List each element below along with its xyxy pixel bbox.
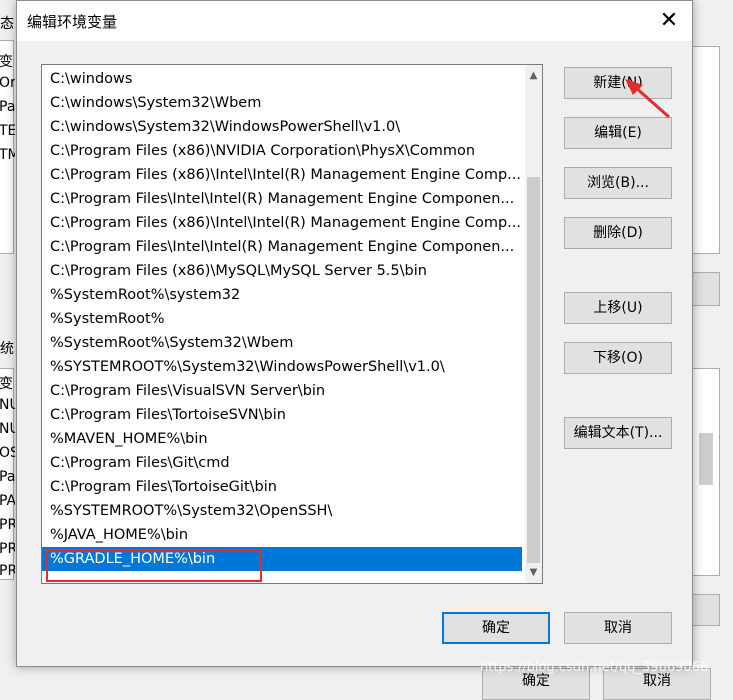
scroll-up-icon[interactable]: ▲ <box>525 67 542 84</box>
path-list-item[interactable]: C:\Program Files\Git\cmd <box>42 451 522 475</box>
edit-button[interactable]: 编辑(E) <box>564 117 672 149</box>
bg-right-button-1 <box>692 272 720 306</box>
bg-text-16: PR <box>0 563 15 579</box>
path-list-item[interactable]: C:\windows\System32\Wbem <box>42 91 522 115</box>
dialog-title: 编辑环境变量 <box>27 13 118 31</box>
path-list-item[interactable]: %SYSTEMROOT%\System32\WindowsPowerShell\… <box>42 355 522 379</box>
bg-text-12: Pa <box>0 469 15 485</box>
path-list-item[interactable]: C:\Program Files (x86)\Intel\Intel(R) Ma… <box>42 163 522 187</box>
path-list-item[interactable]: C:\Program Files\Intel\Intel(R) Manageme… <box>42 187 522 211</box>
list-scrollbar[interactable]: ▲ ▼ <box>525 65 542 583</box>
bg-text-5: TE <box>0 123 15 139</box>
move-down-button[interactable]: 下移(O) <box>564 342 672 374</box>
bg-variables-list-bottom: 变 NU NU OS Pa PA PR PR PR <box>0 368 15 580</box>
bg-variables-list-top: 变 Or Pa TE TM <box>0 40 15 254</box>
bg-right-list-top <box>692 46 720 254</box>
annotation-arrow-icon <box>625 79 670 119</box>
path-list-item[interactable]: C:\Program Files (x86)\Intel\Intel(R) Ma… <box>42 211 522 235</box>
path-list-item[interactable]: %SystemRoot%\System32\Wbem <box>42 331 522 355</box>
bg-text-6: TM <box>0 147 15 163</box>
scroll-down-icon[interactable]: ▼ <box>525 564 542 581</box>
bg-text-1: 态 <box>0 16 14 32</box>
watermark-text: https://blog.csdn.net/qq_39669066 <box>480 660 709 675</box>
bg-text-9: NU <box>0 397 15 413</box>
cancel-button[interactable]: 取消 <box>564 612 672 644</box>
bg-right-button-2 <box>692 594 720 626</box>
move-up-button[interactable]: 上移(U) <box>564 292 672 324</box>
path-list-item[interactable]: %JAVA_HOME%\bin <box>42 523 522 547</box>
path-list-item[interactable]: C:\Program Files\Intel\Intel(R) Manageme… <box>42 235 522 259</box>
bg-text-8: 变 <box>0 376 13 392</box>
bg-text-13: PA <box>0 493 15 509</box>
path-list-item[interactable]: C:\Program Files (x86)\NVIDIA Corporatio… <box>42 139 522 163</box>
delete-button[interactable]: 删除(D) <box>564 217 672 249</box>
path-list-item[interactable]: C:\Program Files (x86)\MySQL\MySQL Serve… <box>42 259 522 283</box>
bg-right-list-bottom <box>692 368 720 576</box>
path-list-item[interactable]: C:\windows <box>42 67 522 91</box>
path-list-item[interactable]: C:\windows\System32\WindowsPowerShell\v1… <box>42 115 522 139</box>
browse-button[interactable]: 浏览(B)... <box>564 167 672 199</box>
path-list-item[interactable]: C:\Program Files\VisualSVN Server\bin <box>42 379 522 403</box>
path-list-item[interactable]: C:\Program Files\TortoiseGit\bin <box>42 475 522 499</box>
close-icon[interactable]: ✕ <box>652 5 686 37</box>
path-list-item[interactable]: %MAVEN_HOME%\bin <box>42 427 522 451</box>
path-list[interactable]: %GRADLE_HOME%\bin %JAVA_HOME%\bin %SYSTEMR… <box>41 64 543 584</box>
bg-text-2: 变 <box>0 54 13 70</box>
ok-button[interactable]: 确定 <box>442 612 550 644</box>
edit-text-button[interactable]: 编辑文本(T)... <box>564 417 672 449</box>
title-bar: 编辑环境变量 ✕ <box>17 1 692 41</box>
path-list-item[interactable]: %SystemRoot%\system32 <box>42 283 522 307</box>
path-list-item[interactable]: %GRADLE_HOME%\bin <box>42 547 522 571</box>
scroll-thumb[interactable] <box>527 177 540 563</box>
bg-text-7: 统 <box>0 341 14 357</box>
path-list-item[interactable]: %SYSTEMROOT%\System32\OpenSSH\ <box>42 499 522 523</box>
path-list-item[interactable]: C:\Program Files\TortoiseSVN\bin <box>42 403 522 427</box>
path-list-item[interactable]: %SystemRoot% <box>42 307 522 331</box>
bg-text-4: Pa <box>0 99 15 115</box>
bg-text-3: Or <box>0 75 15 91</box>
bg-text-14: PR <box>0 517 15 533</box>
bg-text-11: OS <box>0 445 15 461</box>
bg-text-15: PR <box>0 541 15 557</box>
edit-env-var-dialog: 编辑环境变量 ✕ %GRADLE_HOME%\bin %JAVA_HOME%\bi… <box>16 0 693 667</box>
bg-text-10: NU <box>0 421 15 437</box>
